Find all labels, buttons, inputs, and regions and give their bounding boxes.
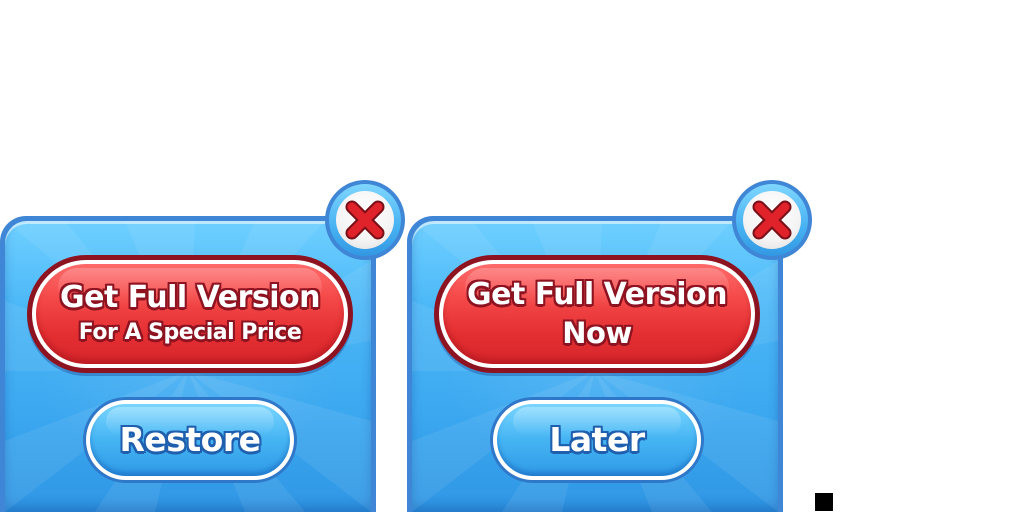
later-button-face: Later	[493, 400, 701, 480]
restore-button-label: Restore	[119, 420, 261, 459]
close-button-ring	[329, 184, 401, 256]
restore-button-face: Restore	[86, 400, 294, 480]
dialog-background: Get Full Version Now Later	[412, 221, 778, 512]
cta-title: Get Full Version	[467, 277, 727, 312]
cta-subtitle: For A Special Price	[78, 320, 302, 345]
cta-title: Get Full Version	[60, 280, 320, 315]
dialog-frame: Get Full Version Now Later	[407, 216, 783, 512]
close-button-face	[336, 191, 394, 249]
get-full-version-now-button-face: Get Full Version Now	[439, 260, 755, 368]
upgrade-dialog-now: Get Full Version Now Later	[407, 216, 783, 512]
black-square-marker	[815, 493, 833, 511]
close-button-ring	[736, 184, 808, 256]
dialog-background: Get Full Version For A Special Price Res…	[5, 221, 371, 512]
cta-subtitle: Now	[562, 316, 632, 350]
stage: Get Full Version For A Special Price Res…	[0, 0, 1024, 512]
get-full-version-button-face: Get Full Version For A Special Price	[32, 260, 348, 368]
close-button-face	[743, 191, 801, 249]
later-button-label: Later	[549, 420, 645, 459]
close-button-left[interactable]	[325, 180, 405, 260]
get-full-version-now-button[interactable]: Get Full Version Now	[434, 255, 760, 373]
close-button-right[interactable]	[732, 180, 812, 260]
close-x-icon	[752, 200, 792, 240]
upgrade-dialog-special-price: Get Full Version For A Special Price Res…	[0, 216, 376, 512]
get-full-version-button[interactable]: Get Full Version For A Special Price	[27, 255, 353, 373]
later-button[interactable]: Later	[490, 397, 704, 483]
dialog-frame: Get Full Version For A Special Price Res…	[0, 216, 376, 512]
close-x-icon	[345, 200, 385, 240]
restore-button[interactable]: Restore	[83, 397, 297, 483]
